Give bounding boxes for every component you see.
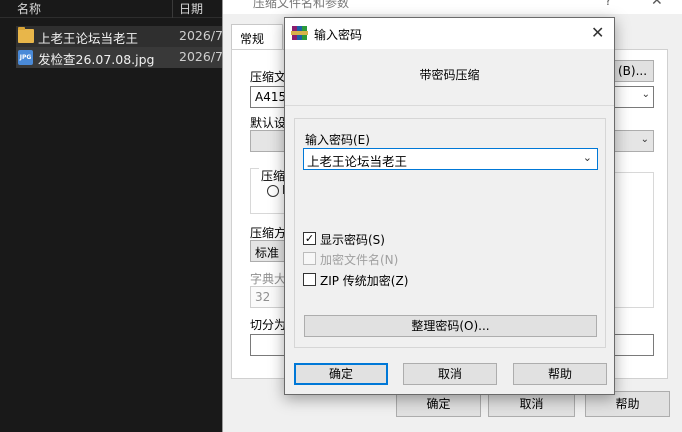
dialog-heading: 带密码压缩 bbox=[419, 68, 480, 82]
chevron-down-icon: ⌄ bbox=[641, 89, 650, 100]
jpg-file-icon: JPG bbox=[18, 50, 33, 65]
organize-passwords-button[interactable]: 整理密码(O)... bbox=[304, 315, 597, 337]
header-separator bbox=[285, 105, 614, 106]
encrypt-filenames-checkbox[interactable] bbox=[303, 252, 316, 265]
zip-legacy-encryption-checkbox[interactable] bbox=[303, 273, 316, 286]
tab-general[interactable]: 常规 bbox=[231, 24, 283, 50]
format-radio[interactable] bbox=[267, 185, 279, 197]
explorer-column-header: 名称 日期 bbox=[0, 0, 228, 18]
password-dialog-titlebar[interactable]: 输入密码 ✕ bbox=[285, 18, 614, 49]
folder-icon bbox=[18, 27, 34, 43]
compression-method-label: 压缩方 bbox=[250, 226, 287, 240]
zip-legacy-encryption-label: ZIP 传统加密(Z) bbox=[320, 274, 409, 288]
cancel-button[interactable]: 取消 bbox=[403, 363, 497, 385]
encrypt-filenames-label: 加密文件名(N) bbox=[320, 253, 399, 267]
show-password-checkbox[interactable]: ✓ bbox=[303, 232, 316, 245]
close-icon[interactable]: ✕ bbox=[591, 23, 604, 42]
default-profile-label: 默认设 bbox=[250, 116, 287, 130]
file-explorer: 名称 日期 上老王论坛当老王 2026/7/ JPG 发检查26.07.08.j… bbox=[0, 0, 228, 432]
file-date: 2026/7/ bbox=[179, 49, 228, 64]
ok-button[interactable]: 确定 bbox=[294, 363, 388, 385]
archive-name-label: 压缩文 bbox=[250, 70, 287, 84]
file-name: 发检查26.07.08.jpg bbox=[38, 52, 155, 67]
show-password-label: 显示密码(S) bbox=[320, 233, 385, 247]
password-dialog-title: 输入密码 bbox=[314, 28, 363, 42]
winrar-icon bbox=[291, 26, 308, 40]
enter-password-dialog: 输入密码 ✕ 带密码压缩 输入密码(E) 上老王论坛当老王 ⌄ ✓ 显示密码(S… bbox=[284, 17, 615, 395]
archive-format-label: 压缩 bbox=[259, 167, 288, 184]
file-row-folder[interactable]: 上老王论坛当老王 2026/7/ bbox=[16, 26, 228, 47]
archive-window-titlebar[interactable]: 压缩文件名和参数 ? ✕ bbox=[223, 0, 682, 14]
help-button[interactable]: 帮助 bbox=[513, 363, 607, 385]
password-input[interactable]: 上老王论坛当老王 ⌄ bbox=[303, 148, 598, 170]
archive-name-dropdown[interactable]: ⌄ bbox=[634, 86, 654, 108]
file-row-image[interactable]: JPG 发检查26.07.08.jpg 2026/7/ bbox=[16, 47, 228, 68]
archive-window-title: 压缩文件名和参数 bbox=[253, 0, 350, 10]
browse-button[interactable]: (B)... bbox=[611, 60, 654, 82]
column-divider[interactable] bbox=[172, 0, 173, 18]
close-icon[interactable]: ✕ bbox=[651, 0, 663, 9]
password-label: 输入密码(E) bbox=[305, 133, 370, 147]
chevron-down-icon[interactable]: ⌄ bbox=[583, 151, 592, 164]
column-header-date[interactable]: 日期 bbox=[179, 0, 203, 17]
dictionary-size-label: 字典大 bbox=[250, 272, 287, 286]
help-icon[interactable]: ? bbox=[605, 0, 611, 8]
chevron-down-icon: ⌄ bbox=[640, 134, 649, 145]
file-date: 2026/7/ bbox=[179, 28, 228, 43]
split-volume-label: 切分为 bbox=[250, 318, 287, 332]
password-value: 上老王论坛当老王 bbox=[307, 154, 408, 169]
file-name: 上老王论坛当老王 bbox=[38, 31, 139, 46]
column-header-name[interactable]: 名称 bbox=[17, 0, 41, 17]
